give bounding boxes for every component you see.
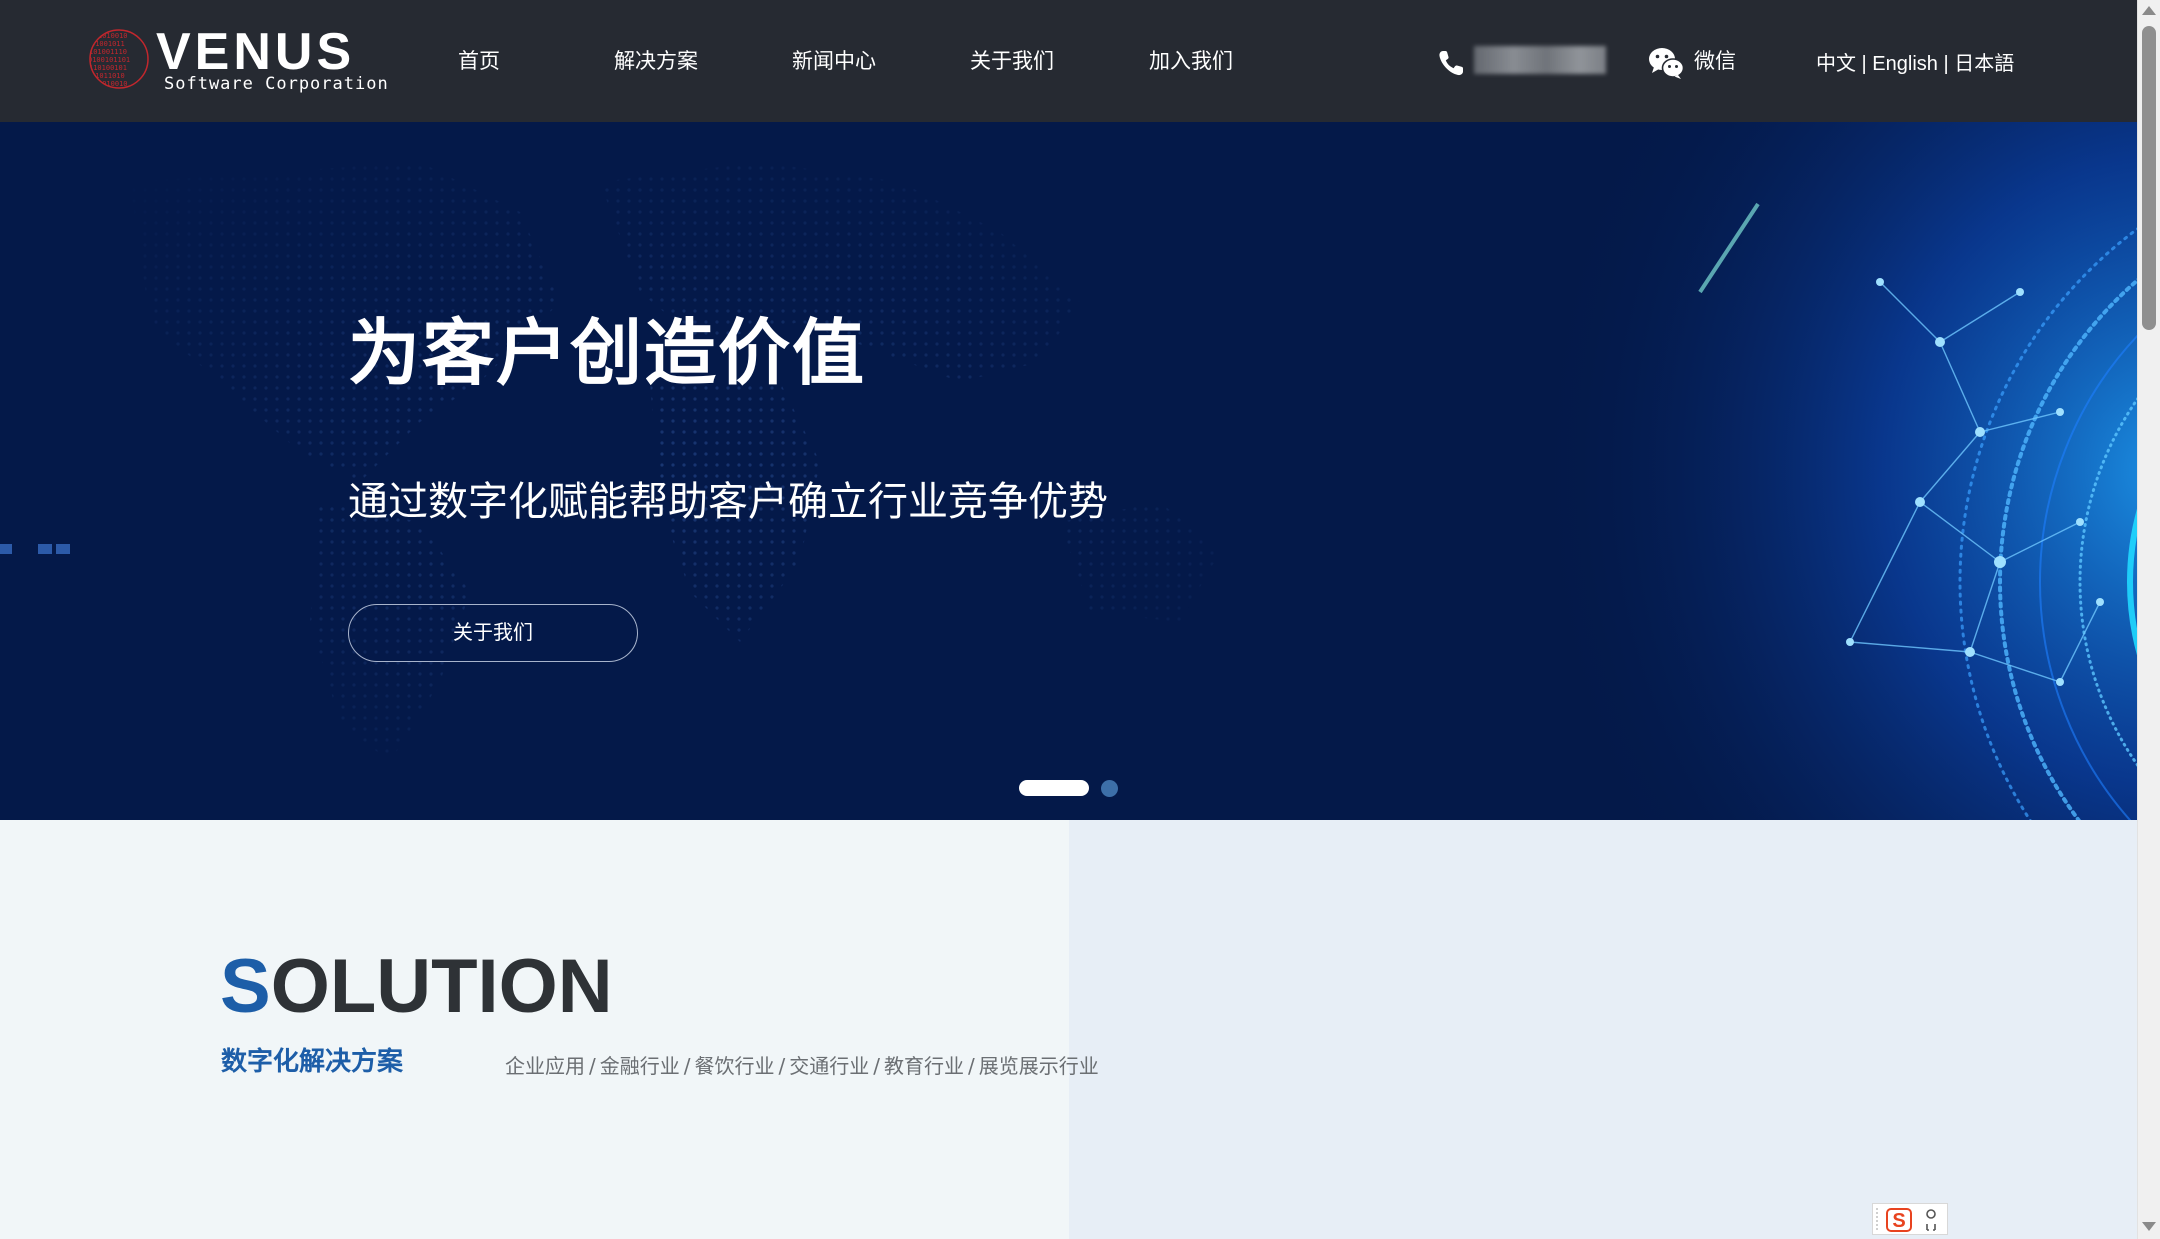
svg-text:1010010: 1010010 <box>98 80 128 88</box>
category-enterprise[interactable]: 企业应用 <box>505 1054 585 1078</box>
nav-news[interactable]: 新闻中心 <box>792 46 876 76</box>
scroll-up-arrow-icon[interactable] <box>2142 6 2156 15</box>
world-map-dots-decoration <box>0 162 1220 762</box>
solution-subtitle: 数字化解决方案 <box>221 1047 404 1077</box>
phone-icon <box>1439 51 1463 76</box>
phone-number-redacted <box>1474 46 1606 74</box>
solution-heading: SOLUTION <box>220 945 613 1029</box>
svg-text:01011010: 01011010 <box>91 72 125 80</box>
category-catering[interactable]: 餐饮行业 <box>695 1054 775 1078</box>
nav-join[interactable]: 加入我们 <box>1149 46 1233 76</box>
category-finance[interactable]: 金融行业 <box>600 1054 680 1078</box>
carousel-dot-active[interactable] <box>1019 780 1089 796</box>
svg-text:110100101: 110100101 <box>89 64 127 72</box>
solution-section-left <box>0 820 1069 1239</box>
logo-subtitle: Software Corporation <box>164 74 389 94</box>
solution-categories: 企业应用 / 金融行业 / 餐饮行业 / 交通行业 / 教育行业 / 展览展示行业 <box>505 1052 1099 1080</box>
solution-heading-rest: OLUTION <box>270 944 613 1029</box>
wechat-icon[interactable] <box>1648 46 1684 80</box>
nav-about[interactable]: 关于我们 <box>970 46 1054 76</box>
svg-text:S: S <box>1892 1210 1905 1232</box>
nav-home[interactable]: 首页 <box>458 46 500 76</box>
input-method-widget[interactable]: S <box>1872 1203 1948 1235</box>
category-separator: / <box>873 1054 880 1078</box>
hero-banner: 为客户创造价值 通过数字化赋能帮助客户确立行业竞争优势 关于我们 <box>0 122 2137 820</box>
category-separator: / <box>778 1054 786 1078</box>
venus-logo[interactable]: 1010010 01001011 101001110 0100101101 11… <box>88 23 388 96</box>
category-education[interactable]: 教育行业 <box>884 1054 964 1078</box>
top-header: 1010010 01001011 101001110 0100101101 11… <box>0 0 2137 122</box>
page: 1010010 01001011 101001110 0100101101 11… <box>0 0 2137 1239</box>
solution-heading-initial: S <box>220 944 271 1029</box>
svg-text:101001110: 101001110 <box>89 48 127 56</box>
digital-globe-art <box>1500 122 2137 820</box>
nav-solutions[interactable]: 解决方案 <box>614 46 698 76</box>
solution-section-right <box>1069 820 2137 1239</box>
scrollbar-thumb[interactable] <box>2142 26 2156 330</box>
logo-wordmark: VENUS <box>156 23 356 81</box>
wechat-label[interactable]: 微信 <box>1694 46 1736 76</box>
category-exhibition[interactable]: 展览展示行业 <box>979 1054 1099 1078</box>
globe-logo-icon: 1010010 01001011 101001110 0100101101 11… <box>88 29 149 89</box>
hero-subtitle: 通过数字化赋能帮助客户确立行业竞争优势 <box>348 479 1108 525</box>
category-separator: / <box>683 1054 691 1078</box>
svg-text:1010010: 1010010 <box>98 32 128 40</box>
scroll-down-arrow-icon[interactable] <box>2142 1222 2156 1231</box>
about-us-button[interactable]: 关于我们 <box>348 604 638 662</box>
carousel-dot[interactable] <box>1101 780 1118 797</box>
category-separator: / <box>968 1054 975 1078</box>
vertical-scrollbar[interactable] <box>2137 0 2160 1239</box>
category-transport[interactable]: 交通行业 <box>789 1054 869 1078</box>
svg-text:0100101101: 0100101101 <box>88 56 130 64</box>
language-switcher[interactable]: 中文 | English | 日本語 <box>1816 50 2014 78</box>
category-separator: / <box>589 1054 596 1078</box>
sogou-s-icon: S <box>1876 1208 1936 1232</box>
hero-title: 为客户创造价值 <box>348 311 867 395</box>
